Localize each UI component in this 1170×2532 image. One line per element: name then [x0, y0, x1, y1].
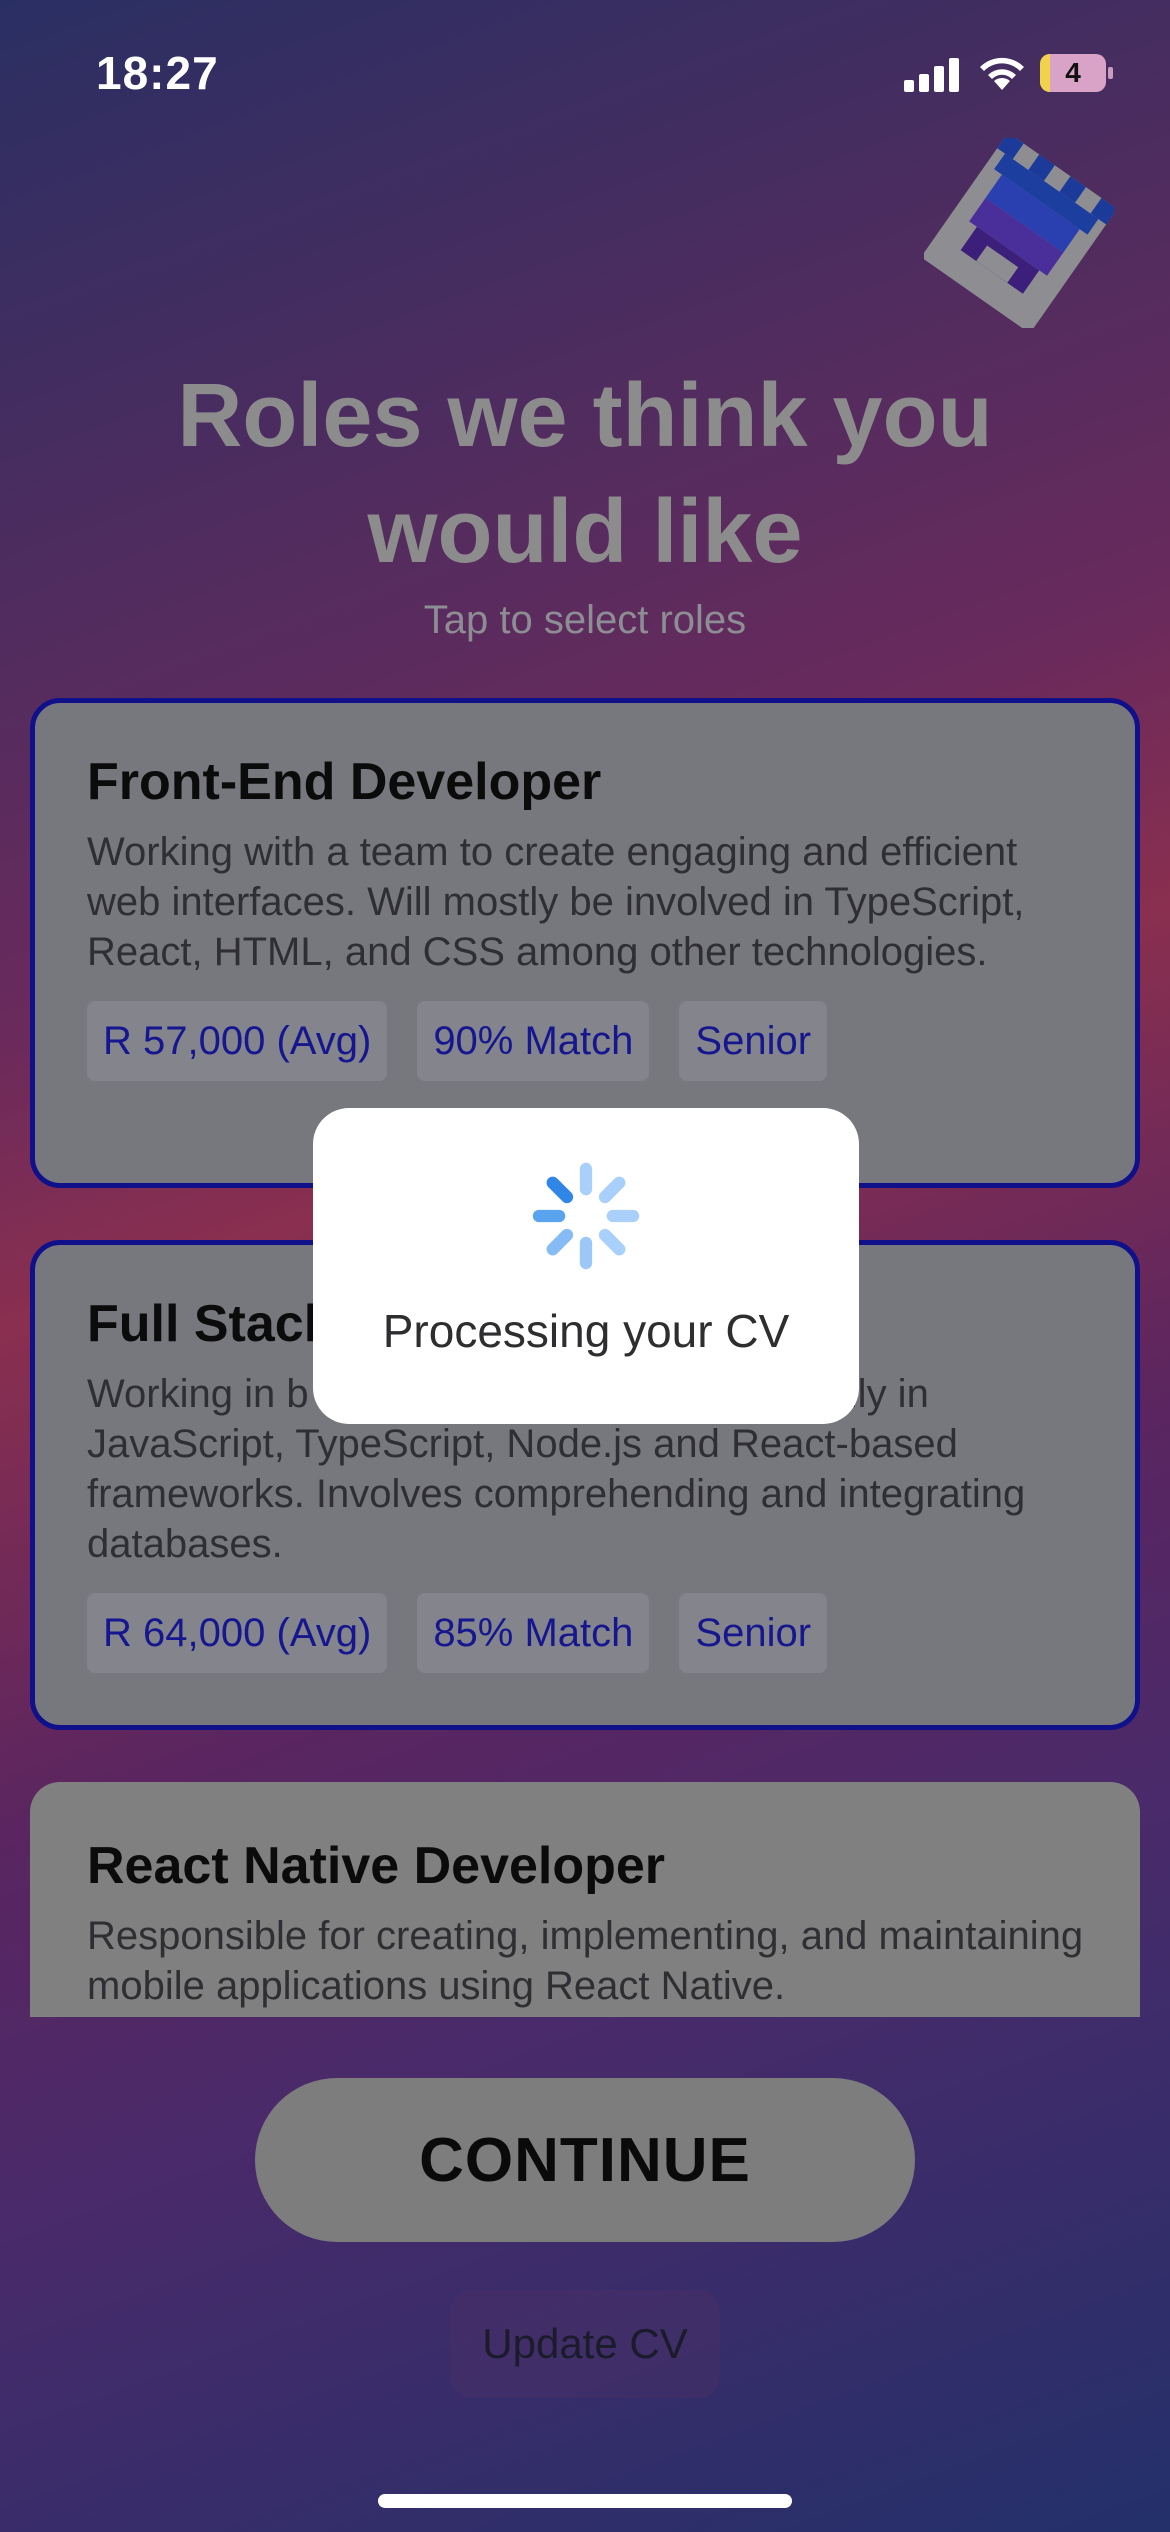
status-time: 18:27: [96, 47, 219, 99]
status-bar: 18:27 4: [0, 0, 1170, 140]
role-title: Front-End Developer: [87, 753, 602, 811]
match-chip: 90% Match: [417, 1001, 650, 1081]
role-card-react-native-developer[interactable]: React Native Developer Responsible for c…: [30, 1782, 1140, 2017]
battery-icon: 4: [1040, 54, 1114, 92]
level-chip: Senior: [679, 1001, 828, 1081]
cellular-signal-icon: [904, 56, 960, 92]
processing-text: Processing your CV: [382, 1305, 790, 1357]
page-subtitle: Tap to select roles: [423, 598, 747, 642]
processing-modal: Processing your CV: [313, 1108, 859, 1424]
match-chip: 85% Match: [417, 1593, 650, 1673]
level-chip: Senior: [679, 1593, 828, 1673]
continue-button[interactable]: CONTINUE: [255, 2078, 915, 2242]
loading-spinner-icon: [532, 1162, 640, 1270]
home-indicator[interactable]: [378, 2494, 792, 2508]
page-title: Roles we think you would like: [177, 366, 993, 582]
role-description: Responsible for creating, implementing, …: [87, 1914, 1084, 2008]
role-description: Working with a team to create engaging a…: [87, 830, 1025, 974]
update-cv-button[interactable]: Update CV: [450, 2290, 720, 2398]
salary-chip: R 64,000 (Avg): [87, 1593, 388, 1673]
wifi-icon: [980, 57, 1024, 90]
app-logo: [924, 138, 1114, 328]
salary-chip: R 57,000 (Avg): [87, 1001, 388, 1081]
role-title: React Native Developer: [87, 1837, 666, 1895]
battery-level: 4: [1065, 57, 1081, 88]
